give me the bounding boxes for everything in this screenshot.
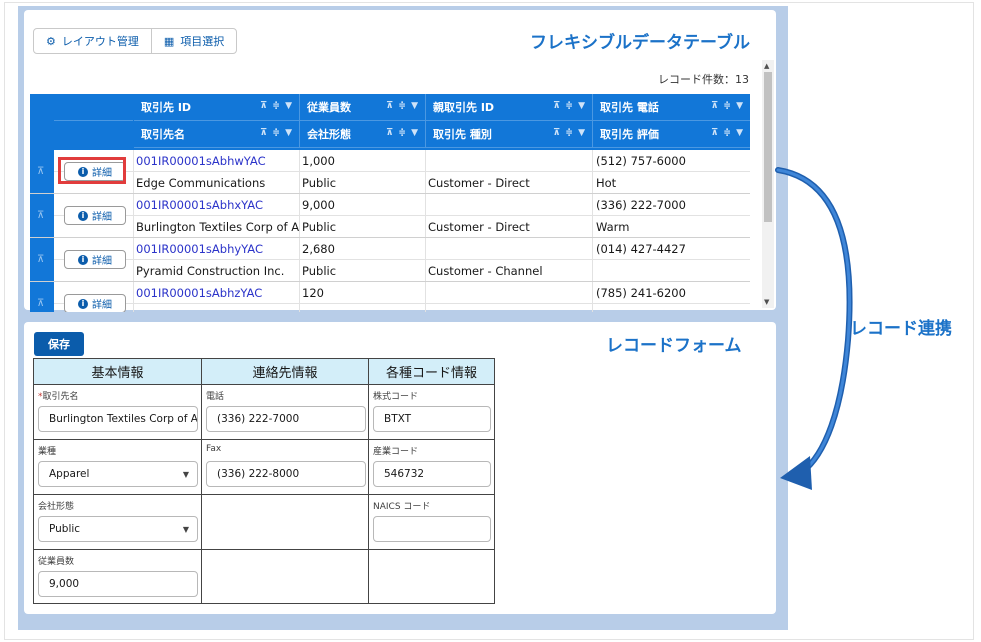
table-title: フレキシブルデータテーブル [530,33,750,53]
empty-form-cell [369,550,494,603]
ownership-cell: Public [302,264,337,278]
rating-cell: Warm [596,220,630,234]
info-icon: i [78,298,88,309]
header-employees[interactable]: 従業員数 ⊼ ≑ ▼ [300,94,426,121]
account-id-link[interactable]: 001IR00001sAbhyYAC [136,238,263,260]
column-select-label: 項目選択 [180,35,225,48]
pin-icon[interactable]: ⊼ [37,254,44,265]
layout-manage-button[interactable]: ⚙ レイアウト管理 [34,29,151,53]
detail-button-highlight [58,157,126,184]
empty-form-cell [202,550,369,603]
account-name-field: *取引先名 Burlington Textiles Corp of A [34,385,202,440]
column-menu-icons[interactable]: ⊼ ≑ ▼ [260,128,293,138]
column-divider [299,150,300,312]
header-rating[interactable]: 取引先 評価 ⊼ ≑ ▼ [593,121,750,148]
layout-manage-label: レイアウト管理 [61,35,139,48]
employees-cell: 9,000 [302,198,335,212]
column-divider [592,150,593,312]
header-parent-id[interactable]: 親取引先 ID ⊼ ≑ ▼ [426,94,593,121]
header-action-col [54,94,133,121]
employees-cell: 120 [302,286,324,300]
fax-field: Fax (336) 222-8000 [202,440,369,495]
account-name-cell: Edge Communications [136,176,266,190]
phone-input[interactable]: (336) 222-7000 [206,406,366,432]
info-icon: i [78,254,88,265]
employees-cell: 2,680 [302,242,335,256]
record-count: レコード件数：13 [658,73,749,86]
ownership-cell: Public [302,176,337,190]
header-ownership[interactable]: 会社形態 ⊼ ≑ ▼ [300,121,426,148]
scroll-down-icon[interactable]: ▼ [764,298,769,306]
naics-input[interactable] [373,516,491,542]
account-name-cell: Burlington Textiles Corp of A [136,220,299,234]
phone-cell: (785) 241-6200 [596,286,686,300]
phone-cell: (512) 757-6000 [596,154,686,168]
form-col-header-basic: 基本情報 [34,359,202,385]
gear-icon: ⚙ [46,34,56,48]
column-menu-icons[interactable]: ⊼ ≑ ▼ [260,101,293,111]
header-account-name[interactable]: 取引先名 ⊼ ≑ ▼ [134,121,300,148]
scroll-up-icon[interactable]: ▲ [764,62,769,70]
detail-button[interactable]: i 詳細 [64,294,126,312]
account-id-link[interactable]: 001IR00001sAbhzYAC [136,282,262,304]
type-cell: Customer - Channel [428,264,543,278]
phone-field: 電話 (336) 222-7000 [202,385,369,440]
form-col-header-codes: 各種コード情報 [369,359,494,385]
form-col-header-contact: 連絡先情報 [202,359,369,385]
ticker-field: 株式コード BTXT [369,385,494,440]
account-id-link[interactable]: 001IR00001sAbhwYAC [136,150,266,172]
sic-input[interactable]: 546732 [373,461,491,487]
table-toolbar: ⚙ レイアウト管理 ▦ 項目選択 [33,28,238,54]
detail-button[interactable]: i 詳細 [64,206,126,225]
employees-cell: 1,000 [302,154,335,168]
save-button[interactable]: 保存 [34,332,84,356]
pin-icon[interactable]: ⊼ [37,298,44,309]
pin-column: ⊼ ⊼ ⊼ ⊼ [30,150,54,312]
form-title: レコードフォーム [606,336,742,356]
column-menu-icons[interactable]: ⊼ ≑ ▼ [711,101,744,111]
column-menu-icons[interactable]: ⊼ ≑ ▼ [386,101,419,111]
header-phone[interactable]: 取引先 電話 ⊼ ≑ ▼ [593,94,750,121]
chevron-down-icon: ▼ [182,525,189,534]
empty-form-cell [202,495,369,550]
account-id-link[interactable]: 001IR00001sAbhxYAC [136,194,263,216]
fax-input[interactable]: (336) 222-8000 [206,461,366,487]
type-cell: Customer - Direct [428,176,530,190]
header-account-id[interactable]: 取引先 ID ⊼ ≑ ▼ [134,94,300,121]
employees-field: 従業員数 9,000 [34,550,202,603]
ownership-field: 会社形態 Public ▼ [34,495,202,550]
columns-icon: ▦ [163,34,175,48]
ownership-select[interactable]: Public ▼ [38,516,198,542]
column-menu-icons[interactable]: ⊼ ≑ ▼ [711,128,744,138]
industry-select[interactable]: Apparel ▼ [38,461,198,487]
pin-icon[interactable]: ⊼ [37,210,44,221]
rating-cell: Hot [596,176,617,190]
column-menu-icons[interactable]: ⊼ ≑ ▼ [553,128,586,138]
record-link-label: レコード連携 [850,319,952,339]
header-account-type[interactable]: 取引先 種別 ⊼ ≑ ▼ [426,121,593,148]
account-name-input[interactable]: Burlington Textiles Corp of A [38,406,198,432]
naics-field: NAICS コード [369,495,494,550]
sic-field: 産業コード 546732 [369,440,494,495]
phone-cell: (336) 222-7000 [596,198,686,212]
account-name-cell: Pyramid Construction Inc. [136,264,285,278]
industry-field: 業種 Apparel ▼ [34,440,202,495]
record-form-grid: 基本情報 連絡先情報 各種コード情報 *取引先名 Burlington Text… [33,358,495,604]
column-menu-icons[interactable]: ⊼ ≑ ▼ [386,128,419,138]
employees-input[interactable]: 9,000 [38,571,198,597]
table-header: 取引先 ID ⊼ ≑ ▼ 従業員数 ⊼ ≑ ▼ 親取引先 ID ⊼ ≑ ▼ 取引先 電… [30,94,750,150]
info-icon: i [78,210,88,221]
pin-icon[interactable]: ⊼ [37,166,44,177]
column-select-button[interactable]: ▦ 項目選択 [150,29,236,53]
column-divider [133,150,134,312]
detail-button[interactable]: i 詳細 [64,250,126,269]
chevron-down-icon: ▼ [182,470,189,479]
type-cell: Customer - Direct [428,220,530,234]
ownership-cell: Public [302,220,337,234]
column-menu-icons[interactable]: ⊼ ≑ ▼ [553,101,586,111]
column-divider [425,150,426,312]
data-table: 取引先 ID ⊼ ≑ ▼ 従業員数 ⊼ ≑ ▼ 親取引先 ID ⊼ ≑ ▼ 取引先 電… [30,94,750,312]
phone-cell: (014) 427-4427 [596,242,686,256]
ticker-input[interactable]: BTXT [373,406,491,432]
